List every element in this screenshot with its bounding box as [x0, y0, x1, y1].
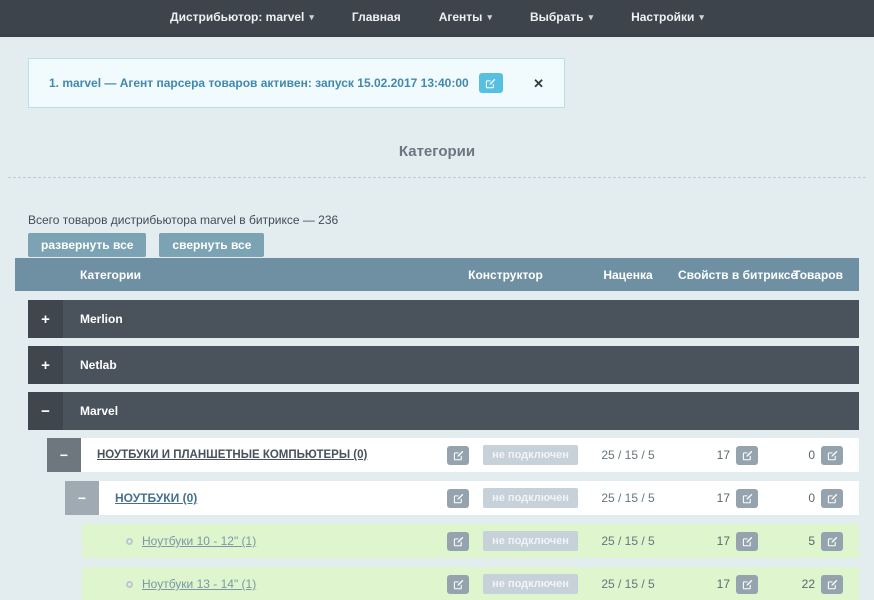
props-count: 17 [717, 448, 730, 462]
pencil-square-icon [827, 493, 838, 504]
products-edit-button[interactable] [821, 489, 843, 508]
markup-value: 25 / 15 / 5 [578, 534, 678, 548]
constructor-edit-button[interactable] [447, 489, 469, 508]
pencil-square-icon [827, 450, 838, 461]
nav-distributor[interactable]: Дистрибьютор: marvel ▾ [170, 10, 314, 24]
header-props: Свойств в битриксе [678, 268, 758, 282]
caret-down-icon: ▾ [309, 12, 314, 23]
pencil-square-icon [453, 450, 464, 461]
nav-agents-label: Агенты [439, 10, 483, 24]
header-products: Товаров [758, 268, 843, 282]
pencil-square-icon [453, 493, 464, 504]
products-edit-button[interactable] [821, 532, 843, 551]
top-navbar: Дистрибьютор: marvel ▾ Главная Агенты ▾ … [0, 0, 874, 37]
table-header: Категории Конструктор Наценка Свойств в … [15, 258, 859, 291]
props-edit-button[interactable] [736, 446, 758, 465]
agent-notification: 1. marvel — Агент парсера товаров активе… [28, 58, 565, 108]
nav-distributor-label: Дистрибьютор: marvel [170, 10, 304, 24]
agent-notification-text: 1. marvel — Агент парсера товаров активе… [49, 76, 469, 90]
collapse-icon[interactable]: − [65, 481, 99, 515]
close-icon[interactable]: ✕ [533, 77, 544, 90]
group-name: Netlab [80, 358, 117, 372]
markup-value: 25 / 15 / 5 [578, 577, 678, 591]
header-category: Категории [15, 268, 433, 282]
page-title: Категории [0, 143, 874, 160]
nav-settings-label: Настройки [631, 10, 694, 24]
nav-home-label: Главная [352, 10, 401, 24]
props-count: 17 [717, 491, 730, 505]
markup-value: 25 / 15 / 5 [578, 448, 678, 462]
pencil-square-icon [827, 536, 838, 547]
total-products-text: Всего товаров дистрибьютора marvel в бит… [28, 213, 338, 227]
group-name: Marvel [80, 404, 118, 418]
products-count: 22 [802, 577, 815, 591]
category-row-laptops: − НОУТБУКИ (0) не подключен 25 / 15 / 5 … [65, 481, 859, 515]
group-name: Merlion [80, 312, 123, 326]
page: Дистрибьютор: marvel ▾ Главная Агенты ▾ … [0, 0, 874, 600]
nav-select[interactable]: Выбрать ▾ [530, 10, 593, 24]
collapse-all-button[interactable]: свернуть все [159, 233, 264, 257]
category-link[interactable]: Ноутбуки 10 - 12" (1) [142, 534, 256, 548]
group-row-merlion[interactable]: + Merlion [28, 300, 859, 338]
pencil-square-icon [742, 579, 753, 590]
nav-agents[interactable]: Агенты ▾ [439, 10, 492, 24]
pencil-square-icon [742, 493, 753, 504]
caret-down-icon: ▾ [699, 12, 704, 23]
pencil-square-icon [453, 579, 464, 590]
constructor-edit-button[interactable] [447, 532, 469, 551]
pencil-square-icon [485, 78, 496, 89]
category-link[interactable]: Ноутбуки 13 - 14" (1) [142, 577, 256, 591]
header-constructor: Конструктор [433, 268, 578, 282]
status-badge: не подключен [483, 445, 578, 465]
products-count: 0 [808, 491, 815, 505]
caret-down-icon: ▾ [487, 12, 492, 23]
status-badge: не подключен [483, 531, 578, 551]
pencil-square-icon [742, 450, 753, 461]
expand-icon[interactable]: + [28, 300, 63, 338]
nav-settings[interactable]: Настройки ▾ [631, 10, 704, 24]
category-row-laptops-tablets: − НОУТБУКИ И ПЛАНШЕТНЫЕ КОМПЬЮТЕРЫ (0) н… [47, 438, 859, 472]
status-badge: не подключен [483, 488, 578, 508]
nav-home[interactable]: Главная [352, 10, 401, 24]
expand-all-button[interactable]: развернуть все [28, 233, 146, 257]
caret-down-icon: ▾ [589, 12, 594, 23]
expand-collapse-controls: развернуть все свернуть все [28, 233, 264, 257]
pencil-square-icon [827, 579, 838, 590]
agent-edit-button[interactable] [479, 73, 503, 93]
header-markup: Наценка [578, 268, 678, 282]
collapse-icon[interactable]: − [47, 438, 81, 472]
category-row-laptops-10-12: Ноутбуки 10 - 12" (1) не подключен 25 / … [82, 524, 859, 558]
pencil-square-icon [453, 536, 464, 547]
dashed-separator [8, 177, 866, 178]
props-count: 17 [717, 534, 730, 548]
nav-select-label: Выбрать [530, 10, 584, 24]
category-link[interactable]: НОУТБУКИ И ПЛАНШЕТНЫЕ КОМПЬЮТЕРЫ (0) [97, 449, 367, 461]
products-count: 0 [808, 448, 815, 462]
constructor-edit-button[interactable] [447, 446, 469, 465]
category-link[interactable]: НОУТБУКИ (0) [115, 491, 197, 505]
group-row-marvel[interactable]: − Marvel [28, 392, 859, 430]
constructor-edit-button[interactable] [447, 575, 469, 594]
props-edit-button[interactable] [736, 489, 758, 508]
status-badge: не подключен [483, 574, 578, 594]
category-row-laptops-13-14: Ноутбуки 13 - 14" (1) не подключен 25 / … [82, 567, 859, 600]
expand-icon[interactable]: + [28, 346, 63, 384]
pencil-square-icon [742, 536, 753, 547]
props-edit-button[interactable] [736, 575, 758, 594]
props-edit-button[interactable] [736, 532, 758, 551]
props-count: 17 [717, 577, 730, 591]
ring-icon [126, 538, 133, 545]
products-edit-button[interactable] [821, 575, 843, 594]
group-row-netlab[interactable]: + Netlab [28, 346, 859, 384]
products-count: 5 [808, 534, 815, 548]
markup-value: 25 / 15 / 5 [578, 491, 678, 505]
products-edit-button[interactable] [821, 446, 843, 465]
ring-icon [126, 581, 133, 588]
collapse-icon[interactable]: − [28, 392, 63, 430]
categories-table: Категории Конструктор Наценка Свойств в … [15, 258, 859, 600]
